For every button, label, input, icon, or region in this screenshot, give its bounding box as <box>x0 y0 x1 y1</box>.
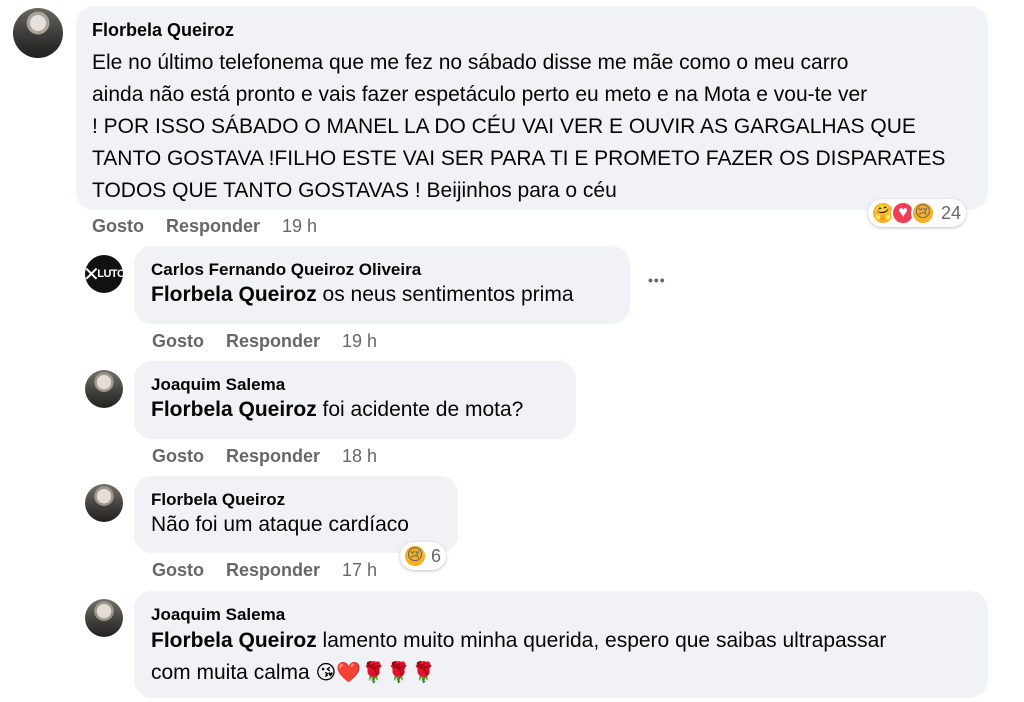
reply-text: Florbela Queiroz lamento muito minha que… <box>151 629 887 684</box>
reply-actions: Gosto Responder 19 h <box>152 331 399 352</box>
sad-reaction-icon: 😢 <box>911 201 935 225</box>
reply-button[interactable]: Responder <box>226 446 320 466</box>
reply-actions: Gosto Responder 18 h <box>152 446 399 467</box>
reaction-summary[interactable]: 😢 6 <box>400 542 447 570</box>
avatar[interactable] <box>85 484 123 522</box>
reaction-summary[interactable]: 🤗 ♥ 😢 24 <box>868 199 967 227</box>
sad-reaction-icon: 😢 <box>403 544 427 568</box>
reply-button[interactable]: Responder <box>226 331 320 351</box>
reply-button[interactable]: Responder <box>226 560 320 580</box>
like-button[interactable]: Gosto <box>152 446 204 466</box>
avatar[interactable] <box>85 370 123 408</box>
comment-author[interactable]: Florbela Queiroz <box>92 20 972 41</box>
comment-bubble: Florbela Queiroz Ele no último telefonem… <box>76 6 988 210</box>
like-button[interactable]: Gosto <box>152 560 204 580</box>
reply-button[interactable]: Responder <box>166 216 260 236</box>
mention-link[interactable]: Florbela Queiroz <box>151 398 317 421</box>
mention-link[interactable]: Florbela Queiroz <box>151 629 317 652</box>
avatar[interactable]: ✕ LUTO <box>85 255 123 293</box>
reply-text: Florbela Queiroz foi acidente de mota? <box>151 398 524 421</box>
reply-bubble: Florbela Queiroz Não foi um ataque cardí… <box>134 476 458 553</box>
mention-link[interactable]: Florbela Queiroz <box>151 283 317 306</box>
reply-author[interactable]: Carlos Fernando Queiroz Oliveira <box>151 260 612 280</box>
avatar-label: LUTO <box>97 268 123 280</box>
timestamp[interactable]: 19 h <box>342 331 377 351</box>
reply-bubble: Joaquim Salema Florbela Queiroz foi acid… <box>134 361 576 439</box>
avatar[interactable] <box>13 8 63 58</box>
reply-text: Florbela Queiroz os neus sentimentos pri… <box>151 283 574 306</box>
reply-author[interactable]: Joaquim Salema <box>151 605 970 625</box>
like-button[interactable]: Gosto <box>92 216 144 236</box>
reaction-count: 24 <box>941 202 962 223</box>
reaction-count: 6 <box>431 545 442 566</box>
reply-author[interactable]: Joaquim Salema <box>151 375 558 395</box>
emoji-sequence: 😘❤️🌹🌹🌹 <box>315 662 437 684</box>
reply-actions: Gosto Responder 17 h <box>152 560 399 581</box>
timestamp[interactable]: 17 h <box>342 560 377 580</box>
timestamp[interactable]: 19 h <box>282 216 317 236</box>
like-button[interactable]: Gosto <box>152 331 204 351</box>
more-options-icon[interactable]: ••• <box>648 272 666 288</box>
comment-text: Ele no último telefonema que me fez no s… <box>92 51 946 202</box>
timestamp[interactable]: 18 h <box>342 446 377 466</box>
avatar[interactable] <box>85 599 123 637</box>
reply-bubble: Joaquim Salema Florbela Queiroz lamento … <box>134 591 988 698</box>
reply-text: Não foi um ataque cardíaco <box>151 513 409 536</box>
comment-actions: Gosto Responder 19 h <box>92 216 339 237</box>
reply-author[interactable]: Florbela Queiroz <box>151 490 440 510</box>
reply-bubble: Carlos Fernando Queiroz Oliveira Florbel… <box>134 246 630 324</box>
